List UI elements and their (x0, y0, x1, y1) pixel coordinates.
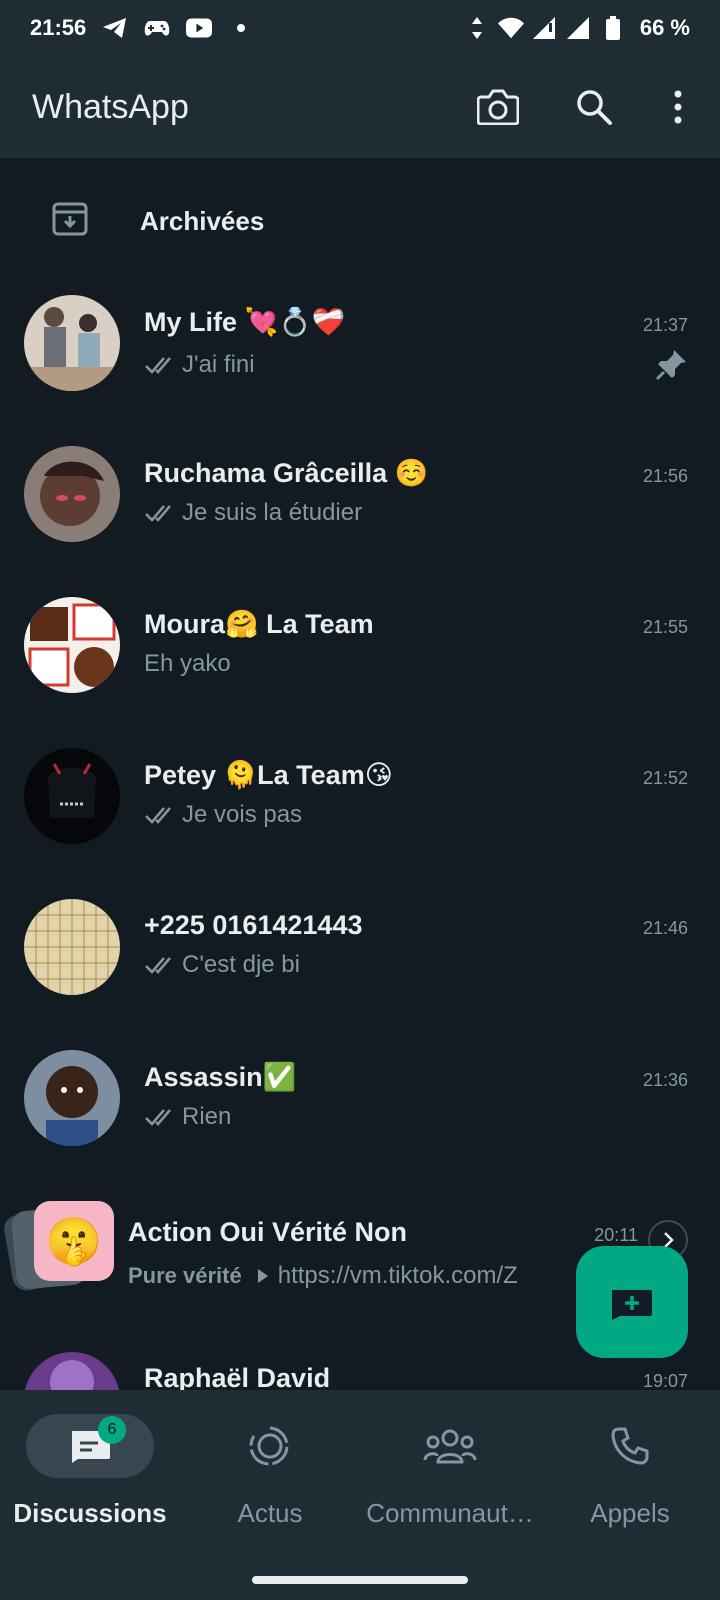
chat-name: Raphaël David (144, 1363, 331, 1390)
unread-badge: 6 (98, 1416, 126, 1444)
chat-item[interactable]: Assassin✅ 21:36 Rien (0, 1039, 720, 1190)
chat-time: 21:36 (642, 1070, 688, 1090)
chat-item[interactable]: My Life 💘💍❤️‍🩹 21:37 J'ai fini (0, 284, 720, 435)
tab-label: Actus (237, 1498, 303, 1528)
chat-item[interactable]: Ruchama Grâceilla ☺️ 21:56 Je suis la ét… (0, 435, 720, 586)
play-icon (257, 1269, 268, 1283)
chat-time: 21:46 (642, 918, 688, 938)
chat-time: 21:56 (642, 466, 688, 486)
channel-avatar-stack: 🤫 (1, 1201, 118, 1297)
chat-preview: https://vm.tiktok.com/Z (277, 1262, 518, 1289)
double-check-icon (145, 357, 171, 374)
chat-preview: Je vois pas (182, 801, 303, 828)
wifi-icon (497, 15, 524, 41)
archive-icon (52, 202, 88, 241)
double-check-icon (145, 1109, 171, 1126)
youtube-icon (186, 15, 213, 41)
signal-icon-1 (532, 15, 558, 41)
chat-list: Archivées My Life 💘💍❤️‍🩹 21:37 J'ai fini… (0, 158, 720, 1390)
gamepad-icon (144, 15, 170, 41)
chat-name: Moura🤗 La Team (144, 609, 374, 639)
archived-row[interactable]: Archivées (0, 158, 720, 284)
double-check-icon (145, 505, 171, 522)
tab-label: Appels (590, 1498, 670, 1528)
tab-actus[interactable]: Actus (180, 1390, 360, 1600)
avatar (24, 899, 120, 995)
chat-time: 21:37 (642, 315, 688, 335)
telegram-icon (102, 15, 128, 41)
bottom-navigation: 6 Discussions Actus Communaut… Appels (0, 1390, 720, 1600)
battery-percent: 66 % (639, 15, 690, 40)
chat-preview: Je suis la étudier (182, 499, 363, 526)
chat-name: Petey 🫠La Team😘 (144, 760, 393, 790)
avatar (24, 748, 120, 844)
double-check-icon (145, 807, 171, 824)
tab-discussions[interactable]: 6 Discussions (0, 1390, 180, 1600)
avatar: 🤫 (34, 1201, 114, 1281)
status-time: 21:56 (30, 15, 87, 40)
chat-preview-author: Pure vérité (128, 1263, 242, 1288)
chat-name: Ruchama Grâceilla ☺️ (144, 458, 429, 488)
chat-item[interactable]: Moura🤗 La Team 21:55 Eh yako (0, 586, 720, 737)
chat-time: 21:55 (642, 617, 688, 637)
dot-icon (228, 15, 254, 41)
new-chat-button[interactable] (576, 1246, 688, 1358)
avatar (24, 1050, 120, 1146)
chat-preview: J'ai fini (182, 351, 255, 378)
tab-label: Discussions (13, 1498, 167, 1528)
tab-communities[interactable]: Communaut… (360, 1390, 540, 1600)
app-bar: WhatsApp (0, 56, 720, 158)
chat-time: 19:07 (642, 1371, 688, 1390)
tab-calls[interactable]: Appels (540, 1390, 720, 1600)
chat-item[interactable]: +225 0161421443 21:46 C'est dje bi (0, 888, 720, 1039)
home-indicator[interactable] (252, 1576, 468, 1584)
app-title: WhatsApp (32, 87, 189, 126)
chat-preview: C'est dje bi (182, 951, 300, 978)
status-icon (249, 1426, 289, 1466)
chat-preview: Rien (182, 1103, 232, 1130)
tab-label: Communaut… (366, 1498, 534, 1528)
more-options-icon[interactable] (668, 85, 688, 129)
pin-icon (655, 350, 686, 381)
phone-icon (611, 1427, 649, 1465)
chat-name: My Life 💘💍❤️‍🩹 (144, 307, 346, 337)
search-icon[interactable] (572, 85, 616, 129)
chat-name: +225 0161421443 (144, 910, 363, 940)
avatar (24, 446, 120, 542)
camera-icon[interactable] (476, 85, 520, 129)
communities-icon (423, 1429, 477, 1464)
new-chat-icon (612, 1290, 652, 1320)
avatar (24, 1352, 120, 1390)
chat-name: Action Oui Vérité Non (128, 1217, 408, 1247)
data-arrows-icon (464, 15, 490, 41)
chat-preview: Eh yako (144, 650, 231, 677)
status-bar: 21:56 66 % (0, 0, 720, 56)
avatar (24, 597, 120, 693)
chat-name: Assassin✅ (144, 1062, 297, 1092)
avatar (24, 295, 120, 391)
battery-icon (600, 15, 626, 41)
double-check-icon (145, 957, 171, 974)
archived-label: Archivées (140, 205, 265, 236)
signal-icon-2 (566, 15, 592, 41)
chat-item[interactable]: Petey 🫠La Team😘 21:52 Je vois pas (0, 737, 720, 888)
chat-time: 20:11 (594, 1225, 638, 1245)
chat-time: 21:52 (642, 768, 688, 788)
